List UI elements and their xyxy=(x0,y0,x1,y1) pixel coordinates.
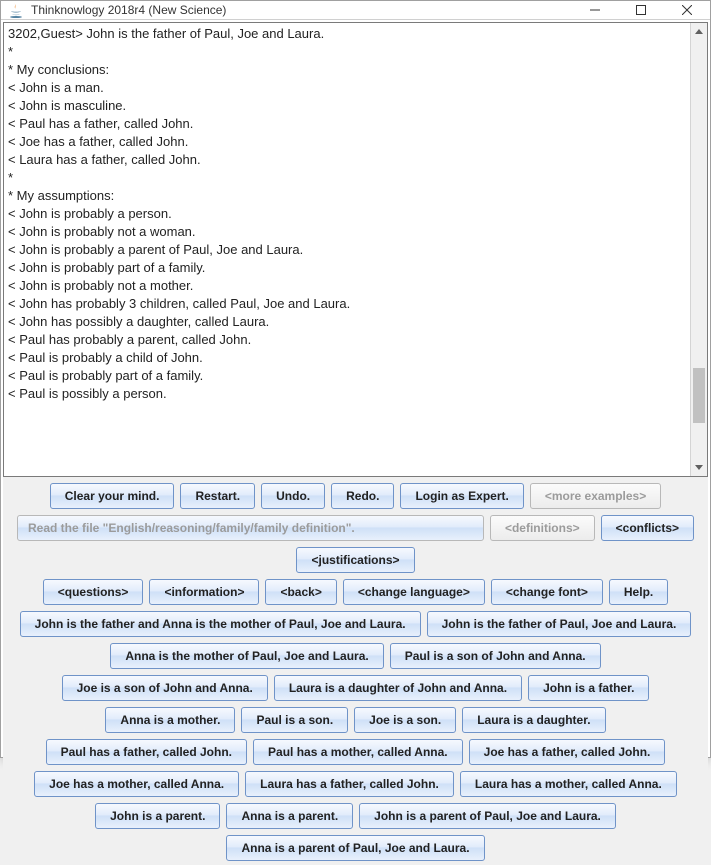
sentence-button[interactable]: Laura has a mother, called Anna. xyxy=(460,771,677,797)
sentence-button[interactable]: John is a parent of Paul, Joe and Laura. xyxy=(359,803,616,829)
clear-button[interactable]: Clear your mind. xyxy=(50,483,175,509)
definitions-button[interactable]: <definitions> xyxy=(490,515,595,541)
sentence-button[interactable]: Laura has a father, called John. xyxy=(245,771,454,797)
scroll-up-arrow[interactable] xyxy=(691,23,707,40)
button-panel: Clear your mind. Restart. Undo. Redo. Lo… xyxy=(3,477,708,863)
information-button[interactable]: <information> xyxy=(149,579,259,605)
sentence-button[interactable]: Paul is a son of John and Anna. xyxy=(390,643,601,669)
sentence-button[interactable]: Joe is a son. xyxy=(354,707,456,733)
back-button[interactable]: <back> xyxy=(265,579,336,605)
toolbar-row-1: Clear your mind. Restart. Undo. Redo. Lo… xyxy=(7,483,704,509)
justifications-button[interactable]: <justifications> xyxy=(296,547,414,573)
window-controls xyxy=(572,1,710,19)
sentence-button[interactable]: Joe is a son of John and Anna. xyxy=(62,675,268,701)
toolbar-row-2: Read the file "English/reasoning/family/… xyxy=(7,515,704,573)
sentence-button[interactable]: Joe has a father, called John. xyxy=(469,739,666,765)
help-button[interactable]: Help. xyxy=(609,579,668,605)
scroll-thumb[interactable] xyxy=(693,368,705,423)
output-text[interactable]: 3202,Guest> John is the father of Paul, … xyxy=(4,23,690,476)
sentence-button[interactable]: John is a parent. xyxy=(95,803,220,829)
conflicts-button[interactable]: <conflicts> xyxy=(601,515,694,541)
app-window: Thinknowlogy 2018r4 (New Science) 3202,G… xyxy=(0,0,711,758)
close-button[interactable] xyxy=(664,1,710,19)
vertical-scrollbar[interactable] xyxy=(690,23,707,476)
sentence-button[interactable]: Anna is the mother of Paul, Joe and Laur… xyxy=(110,643,383,669)
minimize-button[interactable] xyxy=(572,1,618,19)
content: 3202,Guest> John is the father of Paul, … xyxy=(1,20,710,865)
restart-button[interactable]: Restart. xyxy=(180,483,255,509)
maximize-button[interactable] xyxy=(618,1,664,19)
sentence-button[interactable]: John is the father and Anna is the mothe… xyxy=(20,611,421,637)
sentence-button[interactable]: John is the father of Paul, Joe and Laur… xyxy=(427,611,692,637)
sentence-button[interactable]: Anna is a mother. xyxy=(105,707,235,733)
sentence-button[interactable]: Anna is a parent. xyxy=(226,803,353,829)
sentence-buttons: John is the father and Anna is the mothe… xyxy=(7,611,704,861)
change-font-button[interactable]: <change font> xyxy=(491,579,603,605)
sentence-button[interactable]: Paul has a mother, called Anna. xyxy=(253,739,463,765)
sentence-button[interactable]: Laura is a daughter of John and Anna. xyxy=(274,675,522,701)
output-area: 3202,Guest> John is the father of Paul, … xyxy=(3,22,708,477)
java-icon xyxy=(7,1,25,19)
questions-button[interactable]: <questions> xyxy=(43,579,144,605)
login-button[interactable]: Login as Expert. xyxy=(400,483,523,509)
sentence-button[interactable]: Joe has a mother, called Anna. xyxy=(34,771,239,797)
sentence-button[interactable]: Paul is a son. xyxy=(241,707,348,733)
titlebar: Thinknowlogy 2018r4 (New Science) xyxy=(1,1,710,20)
more-examples-button[interactable]: <more examples> xyxy=(530,483,661,509)
scroll-down-arrow[interactable] xyxy=(691,459,707,476)
redo-button[interactable]: Redo. xyxy=(331,483,394,509)
toolbar-row-3: <questions> <information> <back> <change… xyxy=(7,579,704,605)
undo-button[interactable]: Undo. xyxy=(261,483,325,509)
sentence-button[interactable]: Paul has a father, called John. xyxy=(46,739,247,765)
read-file-field[interactable]: Read the file "English/reasoning/family/… xyxy=(17,515,484,541)
window-title: Thinknowlogy 2018r4 (New Science) xyxy=(31,3,572,17)
sentence-button[interactable]: Anna is a parent of Paul, Joe and Laura. xyxy=(226,835,484,861)
sentence-button[interactable]: John is a father. xyxy=(528,675,649,701)
sentence-button[interactable]: Laura is a daughter. xyxy=(462,707,605,733)
change-language-button[interactable]: <change language> xyxy=(343,579,485,605)
